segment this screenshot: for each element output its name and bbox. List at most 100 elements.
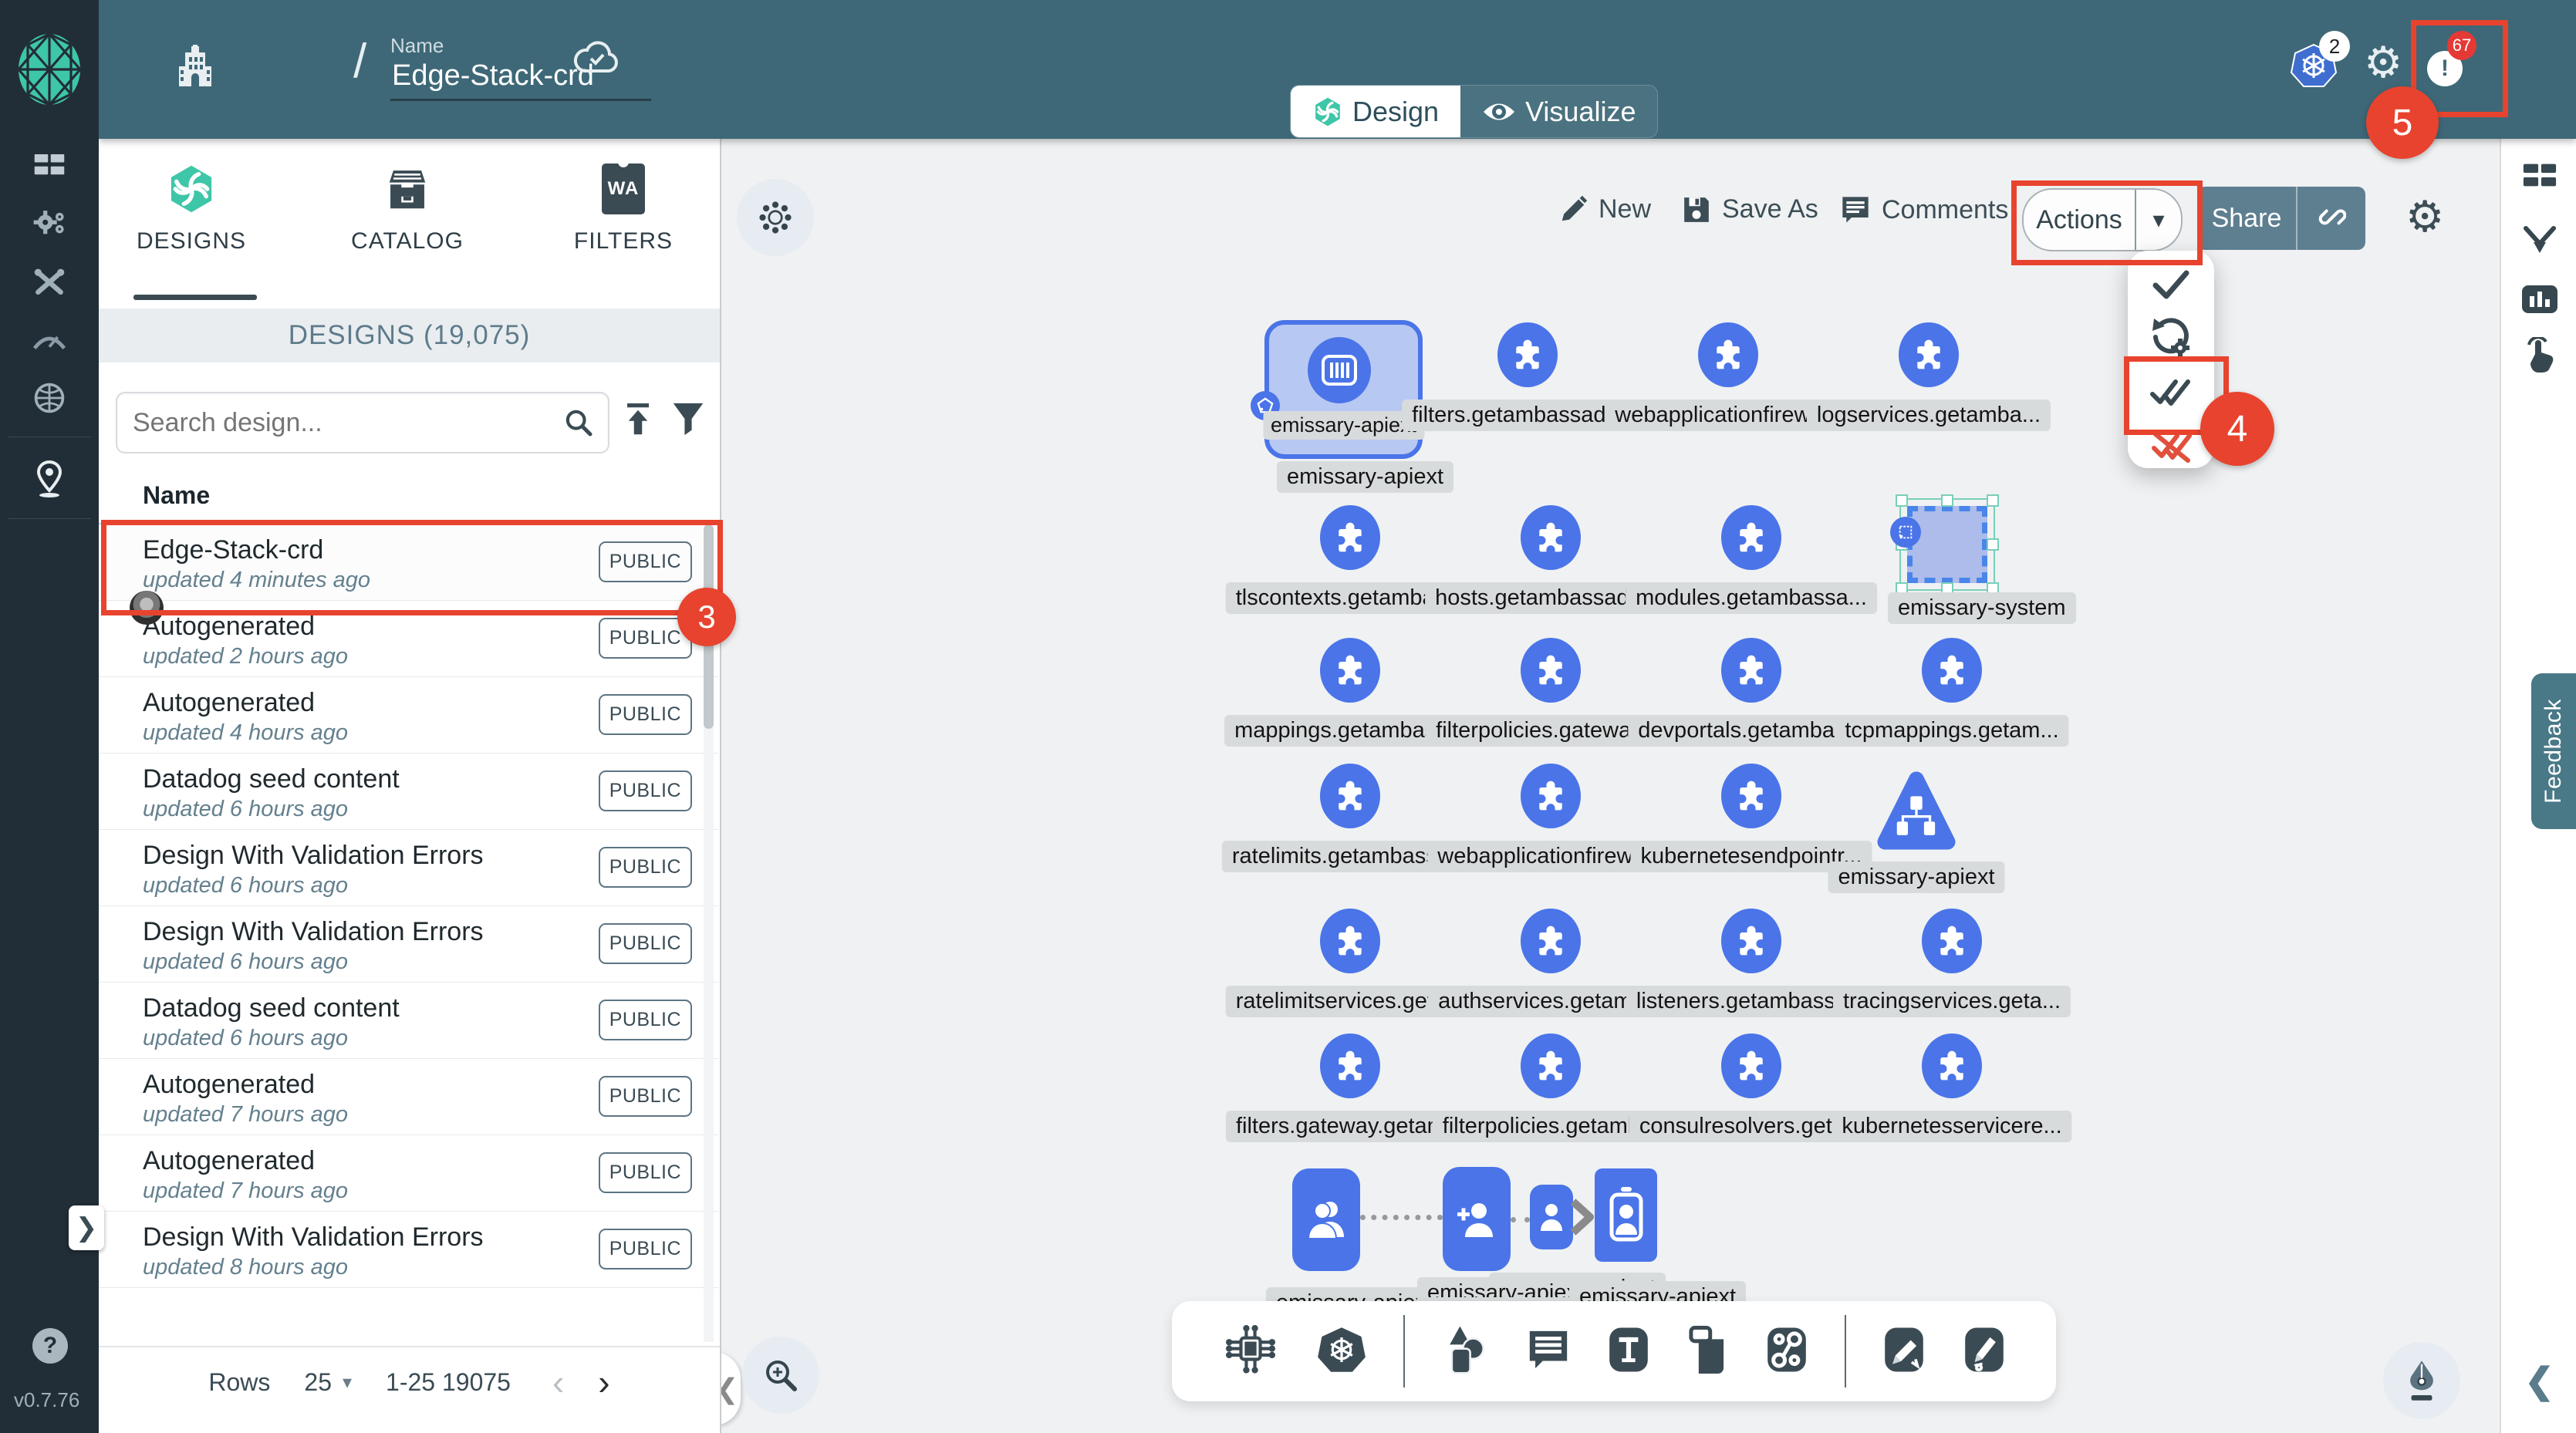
menu-item-validate[interactable] bbox=[2128, 260, 2214, 309]
visibility-badge: PUBLIC bbox=[599, 1229, 692, 1269]
sidebar-performance-icon[interactable] bbox=[0, 318, 99, 361]
node-label: logservices.getamba... bbox=[1807, 400, 2051, 431]
import-design-icon[interactable] bbox=[622, 401, 654, 442]
annotation-box-actions bbox=[2011, 180, 2203, 265]
annotate-pen-icon[interactable] bbox=[1882, 1326, 1926, 1377]
active-tab-underline bbox=[133, 295, 257, 300]
app-version: v0.7.76 bbox=[14, 1388, 79, 1412]
link-tool-icon[interactable] bbox=[1765, 1326, 1808, 1377]
next-page-button[interactable]: › bbox=[598, 1361, 609, 1403]
search-icon[interactable] bbox=[563, 407, 608, 438]
dock-collapse-icon[interactable]: ❮ bbox=[2501, 1357, 2576, 1404]
visibility-badge: PUBLIC bbox=[599, 923, 692, 964]
help-button[interactable]: ? bbox=[32, 1328, 68, 1364]
tab-design[interactable]: Design bbox=[1291, 86, 1460, 137]
toolbar-divider bbox=[1403, 1315, 1405, 1387]
settings-gear-icon[interactable]: ⚙ bbox=[2364, 37, 2402, 88]
design-row[interactable]: Datadog seed contentupdated 6 hours agoP… bbox=[99, 754, 718, 830]
freehand-pencil-icon[interactable] bbox=[1963, 1326, 2006, 1377]
meshery-logo[interactable] bbox=[11, 31, 88, 108]
column-header-name: Name bbox=[143, 481, 210, 510]
designs-list: Edge-Stack-crdupdated 4 minutes agoPUBLI… bbox=[99, 523, 718, 1288]
catalog-archive-icon bbox=[383, 154, 431, 214]
tab-design-label: Design bbox=[1352, 96, 1439, 128]
tab-visualize[interactable]: Visualize bbox=[1460, 86, 1657, 137]
designs-panel: DESIGNS CATALOG WA FILTERS DESIGNS (19,0… bbox=[99, 139, 721, 1433]
floppy-save-icon bbox=[1682, 195, 1711, 224]
search-input[interactable] bbox=[117, 408, 563, 438]
design-row[interactable]: Autogeneratedupdated 7 hours agoPUBLIC bbox=[99, 1135, 718, 1212]
crd-puzzle-icon bbox=[1922, 1033, 1982, 1098]
canvas-hub-button[interactable] bbox=[737, 179, 814, 256]
design-row[interactable]: Design With Validation Errorsupdated 6 h… bbox=[99, 830, 718, 906]
crd-puzzle-icon bbox=[1721, 909, 1781, 973]
design-row[interactable]: Design With Validation Errorsupdated 6 h… bbox=[99, 906, 718, 983]
crd-puzzle-icon bbox=[1721, 638, 1781, 703]
dock-merge-arrows-icon[interactable] bbox=[2501, 216, 2576, 262]
feedback-tab[interactable]: Feedback bbox=[2531, 673, 2576, 829]
canvas-settings-gear-icon[interactable]: ⚙ bbox=[2406, 191, 2444, 242]
list-scrollbar[interactable] bbox=[704, 524, 714, 1342]
prev-page-button[interactable]: ‹ bbox=[552, 1361, 564, 1403]
crd-puzzle-icon bbox=[1521, 1033, 1581, 1098]
meshery-designs-icon bbox=[166, 154, 217, 214]
namespace-icon bbox=[1308, 337, 1371, 403]
tab-filters-label: FILTERS bbox=[574, 228, 673, 255]
canvas-node-emissary-apiext-namespace[interactable]: emissary-apiext bbox=[1264, 320, 1423, 459]
tab-catalog-label: CATALOG bbox=[351, 228, 464, 255]
dock-grid-icon[interactable] bbox=[2501, 153, 2576, 199]
annotation-box-design-row bbox=[101, 520, 723, 615]
zoom-in-icon bbox=[762, 1357, 799, 1394]
sidebar-extensions-icon[interactable] bbox=[0, 376, 99, 420]
shapes-icon[interactable] bbox=[1441, 1324, 1489, 1379]
design-row[interactable]: Autogeneratedupdated 7 hours agoPUBLIC bbox=[99, 1059, 718, 1135]
comment-tool-icon[interactable] bbox=[1526, 1327, 1571, 1376]
crd-puzzle-icon bbox=[1521, 638, 1581, 703]
pen-nib-icon bbox=[2402, 1359, 2441, 1402]
canvas-node-account-add[interactable] bbox=[1443, 1167, 1511, 1271]
filter-funnel-icon[interactable] bbox=[671, 401, 705, 440]
tab-filters[interactable]: WA FILTERS bbox=[535, 154, 712, 293]
sidebar-configuration-icon[interactable] bbox=[0, 261, 99, 304]
components-chip-icon[interactable] bbox=[1222, 1325, 1279, 1378]
crd-puzzle-icon bbox=[1521, 764, 1581, 828]
dock-interaction-hand-icon[interactable] bbox=[2501, 332, 2576, 378]
design-row[interactable]: Design With Validation Errorsupdated 8 h… bbox=[99, 1212, 718, 1288]
design-pen-mode-button[interactable] bbox=[2383, 1342, 2460, 1419]
sidebar-expand-button[interactable]: ❯ bbox=[69, 1205, 104, 1250]
crd-puzzle-icon bbox=[1320, 764, 1380, 828]
canvas-node-id-card[interactable] bbox=[1595, 1168, 1657, 1262]
share-button[interactable]: Share bbox=[2197, 187, 2365, 250]
comments-button[interactable]: Comments bbox=[1840, 194, 2008, 225]
organization-icon[interactable] bbox=[176, 45, 214, 92]
visibility-badge: PUBLIC bbox=[599, 694, 692, 735]
design-row[interactable]: Datadog seed contentupdated 6 hours agoP… bbox=[99, 983, 718, 1059]
visibility-badge: PUBLIC bbox=[599, 847, 692, 888]
dock-dashboard-chart-icon[interactable] bbox=[2501, 276, 2576, 322]
canvas-node-service-account[interactable] bbox=[1292, 1168, 1360, 1271]
new-design-button[interactable]: New bbox=[1558, 194, 1651, 224]
save-as-button[interactable]: Save As bbox=[1682, 194, 1818, 224]
comment-icon bbox=[1840, 194, 1871, 225]
menu-item-dry-run-icon[interactable] bbox=[2128, 312, 2214, 362]
text-tool-icon[interactable] bbox=[1607, 1326, 1650, 1377]
notes-tool-icon[interactable] bbox=[1686, 1326, 1728, 1377]
design-canvas[interactable]: New Save As Comments Actions ▾ Share ⚙ bbox=[720, 139, 2500, 1433]
crd-puzzle-icon bbox=[1320, 909, 1380, 973]
canvas-node-emissary-system-selected[interactable] bbox=[1899, 498, 1995, 591]
feedback-label: Feedback bbox=[2541, 699, 2567, 804]
zoom-button[interactable] bbox=[742, 1337, 819, 1414]
sidebar-dashboard-icon[interactable] bbox=[0, 143, 99, 187]
node-shape-badge bbox=[1890, 517, 1921, 548]
tab-designs[interactable]: DESIGNS bbox=[103, 154, 280, 293]
annotation-step-3: 3 bbox=[677, 588, 736, 646]
tab-catalog[interactable]: CATALOG bbox=[319, 154, 496, 293]
design-row[interactable]: Autogeneratedupdated 4 hours agoPUBLIC bbox=[99, 677, 718, 754]
page-size-select[interactable]: 25▾ bbox=[304, 1368, 352, 1397]
copy-link-icon[interactable] bbox=[2297, 204, 2365, 233]
designs-count-header: DESIGNS (19,075) bbox=[99, 309, 720, 362]
sidebar-lifecycle-icon[interactable] bbox=[0, 202, 99, 245]
sidebar-kanvas-pin-icon[interactable] bbox=[0, 458, 99, 501]
save-as-button-label: Save As bbox=[1722, 194, 1818, 224]
kubernetes-toolbar-icon[interactable] bbox=[1316, 1324, 1367, 1379]
